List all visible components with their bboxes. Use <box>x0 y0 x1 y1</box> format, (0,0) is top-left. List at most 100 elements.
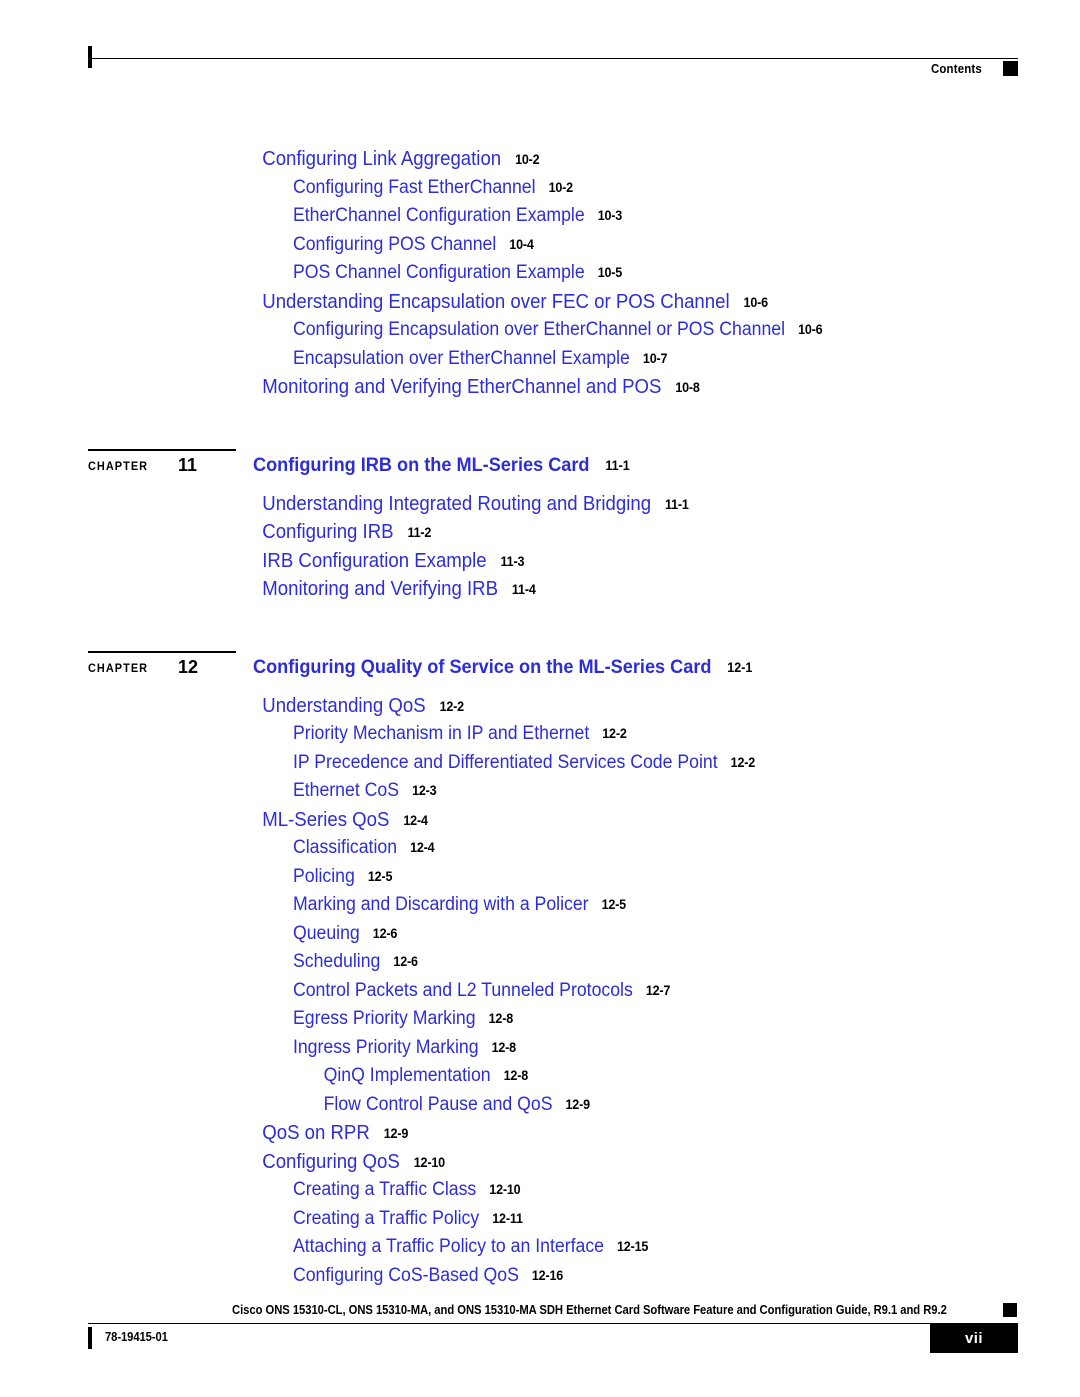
toc-entry[interactable]: QoS on RPR 12-9 <box>0 1122 1004 1151</box>
footer-document-number: 78-19415-01 <box>105 1330 168 1344</box>
toc-entry[interactable]: ML-Series QoS 12-4 <box>0 809 1004 838</box>
toc-entry-title: Configuring Fast EtherChannel <box>292 176 536 198</box>
toc-entry-title: Configuring Encapsulation over EtherChan… <box>292 319 786 340</box>
toc-entry[interactable]: Configuring Fast EtherChannel 10-2 <box>0 177 1004 206</box>
toc-entry[interactable]: Configuring Encapsulation over EtherChan… <box>0 319 1004 348</box>
toc-entry[interactable]: Configuring Link Aggregation 10-2 <box>0 148 1004 177</box>
toc-block: Configuring Link Aggregation 10-2 Configur… <box>0 148 1080 405</box>
toc-entry[interactable]: IP Precedence and Differentiated Service… <box>0 752 1004 781</box>
toc-entry-page-number: 12-7 <box>645 982 671 998</box>
toc-entry[interactable]: Configuring QoS 12-10 <box>0 1151 1004 1180</box>
chapter-page-number: 11-1 <box>605 457 630 473</box>
toc-entry[interactable]: Configuring CoS-Based QoS 12-16 <box>0 1265 1004 1294</box>
toc-entry-page-number: 11-3 <box>500 553 525 569</box>
toc-entry-page-number: 12-2 <box>439 698 465 714</box>
chapter-page-number: 12-1 <box>727 659 753 675</box>
toc-entry-page-number: 12-2 <box>602 726 627 741</box>
toc-entry[interactable]: Ethernet CoS 12-3 <box>0 780 1004 809</box>
chapter-title-entry[interactable]: Configuring IRB on the ML-Series Card 11-… <box>253 454 630 477</box>
toc-entry-title: Configuring POS Channel <box>292 233 497 255</box>
toc-entry[interactable]: Understanding QoS 12-2 <box>0 695 1004 724</box>
toc-entry-title: Monitoring and Verifying EtherChannel an… <box>262 376 662 398</box>
toc-entry[interactable]: Priority Mechanism in IP and Ethernet 12-… <box>0 723 1004 752</box>
toc-entry[interactable]: Configuring POS Channel 10-4 <box>0 234 1004 263</box>
toc-entry-page-number: 12-9 <box>565 1096 591 1112</box>
toc-entry-page-number: 10-3 <box>597 208 623 223</box>
toc-entry[interactable]: Configuring IRB 11-2 <box>0 521 1004 550</box>
toc-entry[interactable]: Attaching a Traffic Policy to an Interfa… <box>0 1236 1004 1265</box>
toc-entry-page-number: 10-6 <box>798 322 823 337</box>
toc-entry[interactable]: Monitoring and Verifying EtherChannel an… <box>0 376 1004 405</box>
toc-entry[interactable]: Ingress Priority Marking 12-8 <box>0 1037 1004 1066</box>
header-title: Contents <box>931 61 982 76</box>
toc-entry-title: Creating a Traffic Class <box>292 1179 477 1200</box>
toc-entry-title: Flow Control Pause and QoS <box>323 1093 553 1115</box>
toc-entry-title: IRB Configuration Example <box>262 549 487 572</box>
toc-entry[interactable]: Monitoring and Verifying IRB 11-4 <box>0 578 1004 607</box>
chapter-title: Configuring Quality of Service on the ML… <box>253 655 712 678</box>
toc-entry[interactable]: QinQ Implementation 12-8 <box>0 1065 1004 1094</box>
toc-entry-page-number: 12-10 <box>413 1154 445 1170</box>
chapter-label: CHAPTER <box>88 460 149 473</box>
toc-entry-page-number: 10-4 <box>509 236 534 252</box>
toc-entry-page-number: 12-2 <box>730 754 756 770</box>
toc-entry-page-number: 11-2 <box>407 525 432 540</box>
toc-entry-page-number: 12-5 <box>367 868 393 884</box>
toc-entry[interactable]: Understanding Encapsulation over FEC or … <box>0 291 1004 320</box>
toc-entry-page-number: 12-9 <box>383 1126 409 1141</box>
toc-entry-title: Priority Mechanism in IP and Ethernet <box>292 723 590 744</box>
toc-entry-title: Marking and Discarding with a Policer <box>292 894 589 915</box>
toc-entry[interactable]: Control Packets and L2 Tunneled Protocol… <box>0 980 1004 1009</box>
black-square-marker-icon <box>1003 61 1018 76</box>
header-rule <box>88 58 1018 59</box>
chapter-block: CHAPTER 11 Configuring IRB on the ML-Serie… <box>0 448 1080 607</box>
toc-entry-title: Queuing <box>292 922 360 944</box>
toc-entry-title: ML-Series QoS <box>262 808 390 831</box>
toc-entry[interactable]: Encapsulation over EtherChannel Example 1… <box>0 348 1004 377</box>
chapter-heading: CHAPTER 11 Configuring IRB on the ML-Serie… <box>0 448 1080 489</box>
toc-entry-page-number: 10-8 <box>675 380 700 395</box>
toc-entry-title: Configuring IRB <box>262 521 394 543</box>
toc-entry-page-number: 10-2 <box>515 152 540 167</box>
toc-entry[interactable]: Queuing 12-6 <box>0 923 1004 952</box>
toc-entry[interactable]: IRB Configuration Example 11-3 <box>0 550 1004 579</box>
toc-entry-page-number: 12-4 <box>403 812 428 828</box>
toc-entry-page-number: 12-6 <box>393 954 418 969</box>
chapter-rule <box>88 650 236 653</box>
table-of-contents: Configuring Link Aggregation 10-2 Configur… <box>0 148 1080 1293</box>
footer-left-tick <box>88 1327 92 1349</box>
toc-entry-page-number: 12-5 <box>601 897 627 912</box>
toc-entry-title: QoS on RPR <box>262 1122 370 1144</box>
black-square-marker-icon <box>1003 1303 1017 1317</box>
toc-entry[interactable]: POS Channel Configuration Example 10-5 <box>0 262 1004 291</box>
chapter-rule <box>88 448 236 451</box>
chapter-number: 12 <box>178 656 199 677</box>
toc-entry[interactable]: Marking and Discarding with a Policer 12-… <box>0 894 1004 923</box>
toc-entry-page-number: 12-4 <box>410 840 435 855</box>
toc-entry[interactable]: Understanding Integrated Routing and Bri… <box>0 493 1004 522</box>
toc-entry-title: Creating a Traffic Policy <box>292 1207 480 1229</box>
document-page: Contents Configuring Link Aggregation 10-… <box>0 0 1080 1397</box>
chapter-title-entry[interactable]: Configuring Quality of Service on the ML… <box>253 656 752 679</box>
toc-entry[interactable]: EtherChannel Configuration Example 10-3 <box>0 205 1004 234</box>
chapter-block: CHAPTER 12 Configuring Quality of Service … <box>0 650 1080 1294</box>
toc-entry-title: IP Precedence and Differentiated Service… <box>292 751 718 773</box>
toc-entry[interactable]: Flow Control Pause and QoS 12-9 <box>0 1094 1004 1123</box>
toc-entry-page-number: 10-6 <box>743 294 769 310</box>
toc-entry[interactable]: Egress Priority Marking 12-8 <box>0 1008 1004 1037</box>
toc-entry[interactable]: Scheduling 12-6 <box>0 951 1004 980</box>
toc-entry-title: Encapsulation over EtherChannel Example <box>292 347 630 369</box>
page-footer: Cisco ONS 15310-CL, ONS 15310-MA, and ON… <box>88 1303 1018 1373</box>
toc-entry[interactable]: Policing 12-5 <box>0 866 1004 895</box>
toc-entry[interactable]: Creating a Traffic Policy 12-11 <box>0 1208 1004 1237</box>
toc-entry-title: Configuring CoS-Based QoS <box>292 1264 519 1286</box>
toc-entry-title: Understanding QoS <box>262 694 426 717</box>
toc-entry[interactable]: Creating a Traffic Class 12-10 <box>0 1179 1004 1208</box>
toc-entry-title: Classification <box>292 837 398 858</box>
footer-rule <box>88 1323 1018 1324</box>
toc-entry-title: Policing <box>292 865 355 887</box>
toc-entry-title: Control Packets and L2 Tunneled Protocol… <box>292 979 633 1001</box>
toc-entry[interactable]: Classification 12-4 <box>0 837 1004 866</box>
toc-entry-page-number: 10-7 <box>642 350 668 366</box>
toc-entry-title: Monitoring and Verifying IRB <box>262 578 498 600</box>
